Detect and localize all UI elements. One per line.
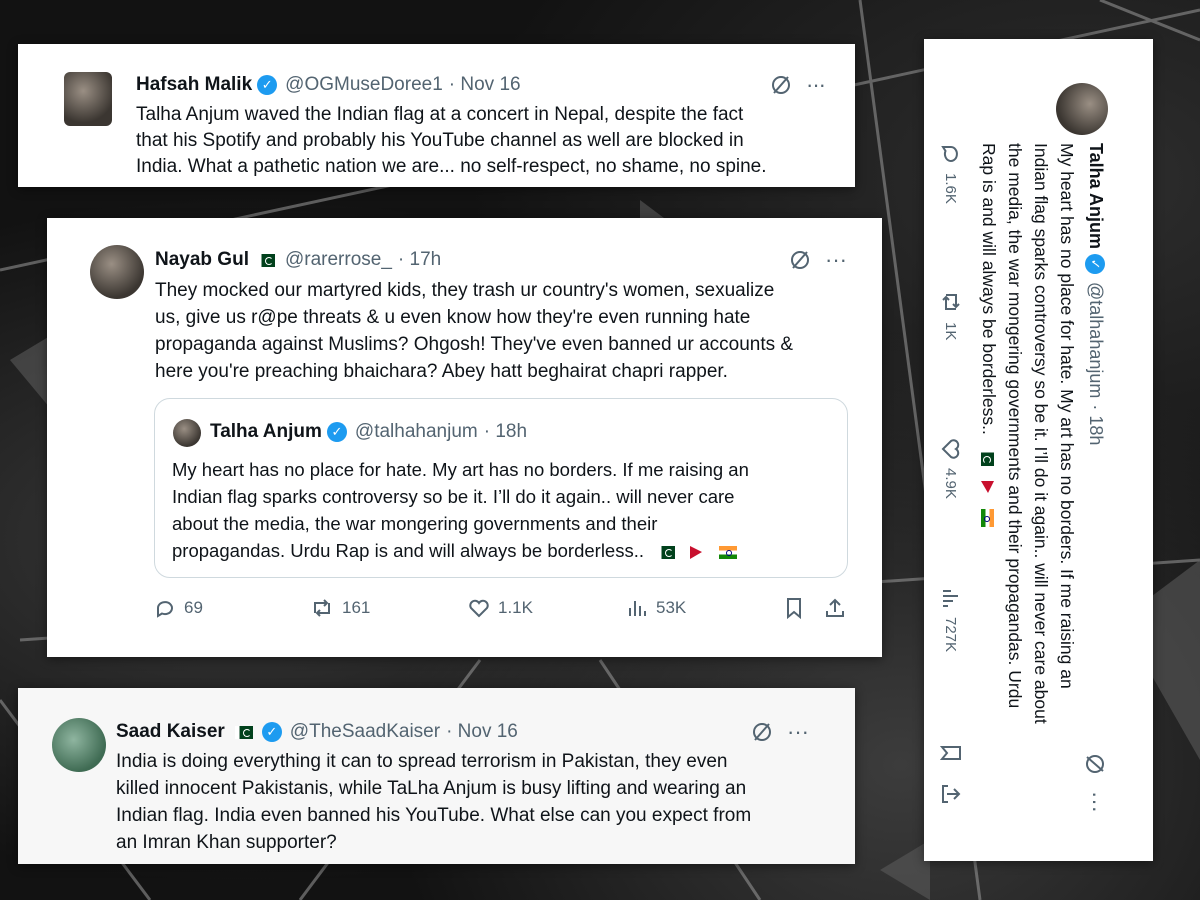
like-button[interactable]: 4.9K: [940, 438, 962, 499]
more-icon[interactable]: ···: [1082, 791, 1108, 813]
tweet-author-handle[interactable]: @talhahanjum: [1085, 282, 1106, 398]
tweet-timestamp[interactable]: · Nov 16: [449, 74, 521, 96]
reply-count: 1.6K: [942, 173, 960, 204]
rotated-tweet: Talha Anjum ✓ @talhahanjum · 18h ··· My …: [924, 39, 1130, 861]
verified-badge-icon: ✓: [1085, 254, 1106, 275]
tweet-author-handle[interactable]: @TheSaadKaiser: [290, 721, 440, 743]
avatar[interactable]: [90, 245, 144, 299]
verified-badge-icon: ✓: [261, 722, 282, 742]
quoted-tweet[interactable]: Talha Anjum ✓ @talhahanjum · 18h My hear…: [154, 398, 848, 578]
tweet-text-line: Talha Anjum waved the Indian flag at a c…: [136, 104, 744, 125]
tweet-author-handle[interactable]: @OGMuseDoree1: [285, 74, 443, 96]
reply-button[interactable]: 1.6K: [940, 143, 962, 204]
reply-icon: [157, 601, 173, 618]
verified-badge-icon: ✓: [257, 75, 278, 95]
tweet-timestamp[interactable]: · 17h: [398, 249, 441, 271]
india-flag-icon: [981, 509, 995, 528]
tweet-card-nayab[interactable]: Nayab Gul @rarerrose_ · 17h ··· They moc…: [47, 218, 882, 657]
like-button[interactable]: 1.1K: [468, 597, 533, 619]
quoted-author-name: Talha Anjum: [210, 421, 322, 442]
repost-icon: [314, 599, 330, 617]
tweet-author-name[interactable]: Saad Kaiser: [116, 721, 225, 743]
repost-button[interactable]: 1K: [940, 290, 962, 340]
grok-icon[interactable]: [1084, 753, 1106, 775]
tweet-text-line: here you're preaching bhaichara? Abey ha…: [155, 361, 728, 382]
tweet-author-handle[interactable]: @rarerrose_: [285, 249, 392, 271]
tweet-text-line: the media, the war mongering governments…: [1005, 143, 1025, 709]
quoted-text-line: about the media, the war mongering gover…: [172, 513, 658, 534]
reply-icon: [941, 146, 958, 162]
tweet-text-line: Indian flag. India even banned his YouTu…: [116, 805, 752, 826]
tweet-author-name[interactable]: Nayab Gul: [155, 249, 249, 271]
tweet-card-talha[interactable]: Talha Anjum ✓ @talhahanjum · 18h ··· My …: [924, 39, 1153, 861]
views-icon: [943, 590, 958, 607]
views-button[interactable]: 53K: [626, 597, 686, 619]
views-count: 727K: [942, 617, 960, 653]
tweet-author-name[interactable]: Hafsah Malik: [136, 74, 252, 96]
bookmark-icon[interactable]: [940, 743, 962, 763]
avatar[interactable]: [64, 72, 112, 126]
like-icon: [941, 439, 960, 459]
reply-count: 69: [184, 598, 203, 617]
reply-button[interactable]: 69: [154, 597, 203, 619]
repost-icon: [942, 294, 960, 310]
quoted-text-line: propagandas. Urdu Rap is and will always…: [172, 540, 645, 561]
views-icon: [629, 601, 646, 616]
more-icon[interactable]: ···: [787, 719, 809, 745]
tweet-card-saad[interactable]: Saad Kaiser ✓ @TheSaadKaiser · Nov 16 ··…: [18, 688, 855, 864]
grok-icon[interactable]: [789, 249, 811, 271]
india-flag-icon: [719, 545, 738, 559]
nepal-flag-icon: [688, 545, 706, 559]
pakistan-flag-icon: [256, 253, 275, 267]
bookmark-icon[interactable]: [784, 597, 804, 619]
avatar[interactable]: [1056, 83, 1108, 135]
grok-icon[interactable]: [751, 721, 773, 743]
repost-count: 161: [342, 598, 371, 617]
tweet-text-line: My heart has no place for hate. My art h…: [1057, 143, 1077, 689]
tweet-text-line: Rap is and will always be borderless..: [979, 143, 999, 435]
tweet-text-line: that his Spotify and probably his YouTub…: [136, 130, 744, 151]
tweet-text-line: India is doing everything it can to spre…: [116, 751, 728, 772]
tweet-text-line: an Imran Khan supporter?: [116, 832, 337, 853]
tweet-text-line: India. What a pathetic nation we are... …: [136, 156, 767, 177]
quoted-author-handle: @talhahanjum: [354, 421, 478, 442]
avatar: [173, 419, 201, 447]
tweet-text-line: us, give us r@pe threats & u even know h…: [155, 307, 751, 328]
avatar[interactable]: [52, 718, 106, 772]
views-count: 53K: [656, 598, 687, 617]
repost-count: 1K: [942, 322, 960, 341]
pakistan-flag-icon: [234, 725, 253, 739]
quoted-text-line: My heart has no place for hate. My art h…: [172, 459, 749, 480]
views-button[interactable]: 727K: [940, 587, 962, 652]
tweet-text-line: killed innocent Pakistanis, while TaLha …: [116, 778, 747, 799]
quoted-timestamp: · 18h: [483, 421, 528, 442]
like-count: 1.1K: [498, 598, 533, 617]
verified-badge-icon: ✓: [326, 422, 347, 442]
more-icon[interactable]: ···: [806, 72, 826, 98]
quoted-text-line: Indian flag sparks controversy so be it.…: [172, 486, 735, 507]
share-icon[interactable]: [940, 783, 962, 805]
tweet-timestamp[interactable]: · Nov 16: [446, 721, 518, 743]
tweet-timestamp[interactable]: · 18h: [1085, 404, 1106, 445]
nepal-flag-icon: [981, 479, 994, 497]
pakistan-flag-icon: [981, 447, 995, 466]
tweet-text-line: They mocked our martyred kids, they tras…: [155, 280, 775, 301]
grok-icon[interactable]: [770, 74, 792, 96]
tweet-author-name[interactable]: Talha Anjum: [1085, 143, 1106, 249]
repost-button[interactable]: 161: [310, 597, 370, 619]
tweet-card-hafsah[interactable]: Hafsah Malik ✓ @OGMuseDoree1 · Nov 16 ··…: [18, 44, 855, 187]
tweet-text-line: propaganda against Muslims? Ohgosh! They…: [155, 334, 794, 355]
like-count: 4.9K: [942, 468, 960, 499]
more-icon[interactable]: ···: [825, 247, 847, 273]
like-icon: [469, 599, 489, 618]
share-icon[interactable]: [824, 597, 846, 619]
pakistan-flag-icon: [657, 545, 676, 559]
tweet-text-line: Indian flag sparks controversy so be it.…: [1031, 143, 1051, 724]
